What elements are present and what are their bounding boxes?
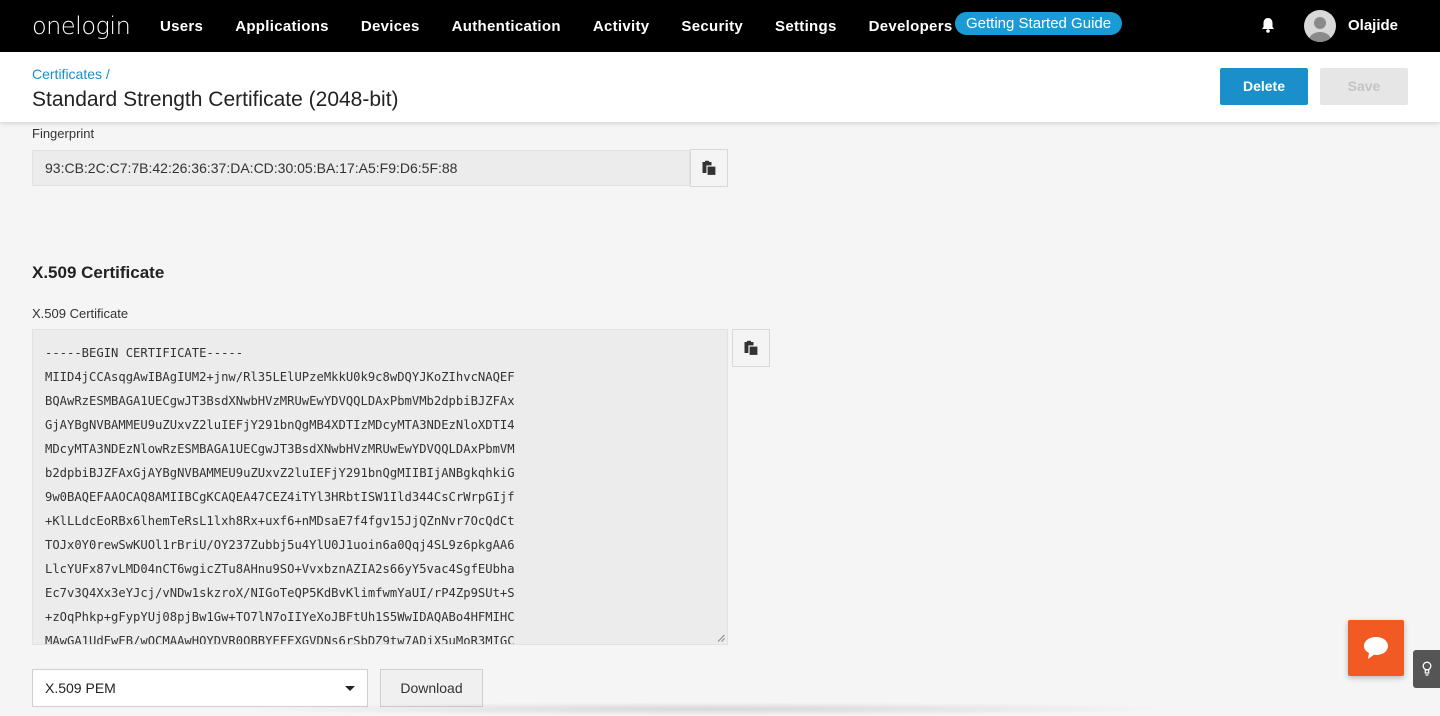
cert-line: LlcYUFx87vLMD04nCT6wgicZTu8AHnu9SO+Vvxbz… [45, 562, 515, 576]
copy-certificate-button[interactable] [732, 329, 770, 367]
save-button[interactable]: Save [1320, 68, 1408, 105]
breadcrumb[interactable]: Certificates / [32, 66, 110, 82]
cert-line: Ec7v3Q4Xx3eYJcj/vNDw1skzroX/NIGoTeQP5KdB… [45, 586, 515, 600]
user-avatar-icon [1309, 17, 1331, 42]
cert-line: GjAYBgNVBAMMEU9uZUxvZ2luIEFjY291bnQgMB4X… [45, 418, 515, 432]
fingerprint-label: Fingerprint [32, 126, 95, 141]
cert-line: TOJx0Y0rewSwKUOl1rBriU/OY237Zubbj5u4YlU0… [45, 538, 515, 552]
copy-fingerprint-button[interactable] [690, 149, 728, 187]
cert-line: +zOqPhkp+gFypYUj08pjBw1Gw+TO7lN7oIIYeXoJ… [45, 610, 515, 624]
chevron-down-icon [345, 686, 355, 691]
main-nav: Users Applications Devices Authenticatio… [160, 0, 984, 52]
x509-certificate-textarea[interactable]: -----BEGIN CERTIFICATE----- MIID4jCCAsqgA… [32, 329, 728, 645]
onelogin-logo[interactable]: onelogin [32, 12, 131, 40]
nav-activity[interactable]: Activity [593, 18, 650, 35]
x509-field-label: X.509 Certificate [32, 306, 129, 321]
chat-bubble-icon [1364, 637, 1388, 659]
side-help-tab[interactable] [1413, 650, 1440, 688]
section-title-x509: X.509 Certificate [32, 263, 165, 282]
nav-authentication[interactable]: Authentication [452, 18, 561, 35]
footer-shadow [240, 702, 1180, 716]
page-header: Certificates / Standard Strength Certifi… [0, 52, 1440, 122]
bell-icon[interactable] [1259, 16, 1277, 34]
delete-button[interactable]: Delete [1220, 68, 1308, 105]
nav-devices[interactable]: Devices [361, 18, 420, 35]
avatar[interactable] [1304, 10, 1336, 42]
resize-handle-icon[interactable] [717, 634, 725, 642]
cert-line: MDcyMTA3NDEzNlowRzESMBAGA1UECgwJT3BsdXNw… [45, 442, 515, 456]
getting-started-guide-button[interactable]: Getting Started Guide [955, 12, 1123, 35]
lightbulb-icon [1422, 661, 1431, 676]
username[interactable]: Olajide [1348, 17, 1398, 34]
fingerprint-field[interactable]: 93:CB:2C:C7:7B:42:26:36:37:DA:CD:30:05:B… [32, 150, 690, 186]
chat-button[interactable] [1348, 620, 1404, 676]
copy-icon [744, 340, 759, 356]
nav-developers[interactable]: Developers [869, 18, 953, 35]
cert-line: -----BEGIN CERTIFICATE----- [45, 346, 244, 360]
page-title: Standard Strength Certificate (2048-bit) [32, 88, 399, 111]
cert-line: +KlLLdcEoRBx6lhemTeRsL1lxh8Rx+uxf6+nMDsa… [45, 514, 515, 528]
nav-settings[interactable]: Settings [775, 18, 837, 35]
cert-line: MAwGA1UdEwEB/wQCMAAwHQYDVR0OBBYEFEXGVDNs… [45, 634, 515, 645]
format-select-value: X.509 PEM [45, 680, 116, 696]
nav-applications[interactable]: Applications [235, 18, 329, 35]
cert-line: MIID4jCCAsqgAwIBAgIUM2+jnw/Rl35LElUPzeMk… [45, 370, 515, 384]
nav-users[interactable]: Users [160, 18, 203, 35]
top-navigation: onelogin Users Applications Devices Auth… [0, 0, 1440, 52]
cert-line: BQAwRzESMBAGA1UECgwJT3BsdXNwbHVzMRUwEwYD… [45, 394, 515, 408]
cert-line: 9w0BAQEFAAOCAQ8AMIIBCgKCAQEA47CEZ4iTYl3H… [45, 490, 515, 504]
cert-line: b2dpbiBJZFAxGjAYBgNVBAMMEU9uZUxvZ2luIEFj… [45, 466, 515, 480]
nav-security[interactable]: Security [681, 18, 743, 35]
copy-icon [702, 160, 717, 176]
